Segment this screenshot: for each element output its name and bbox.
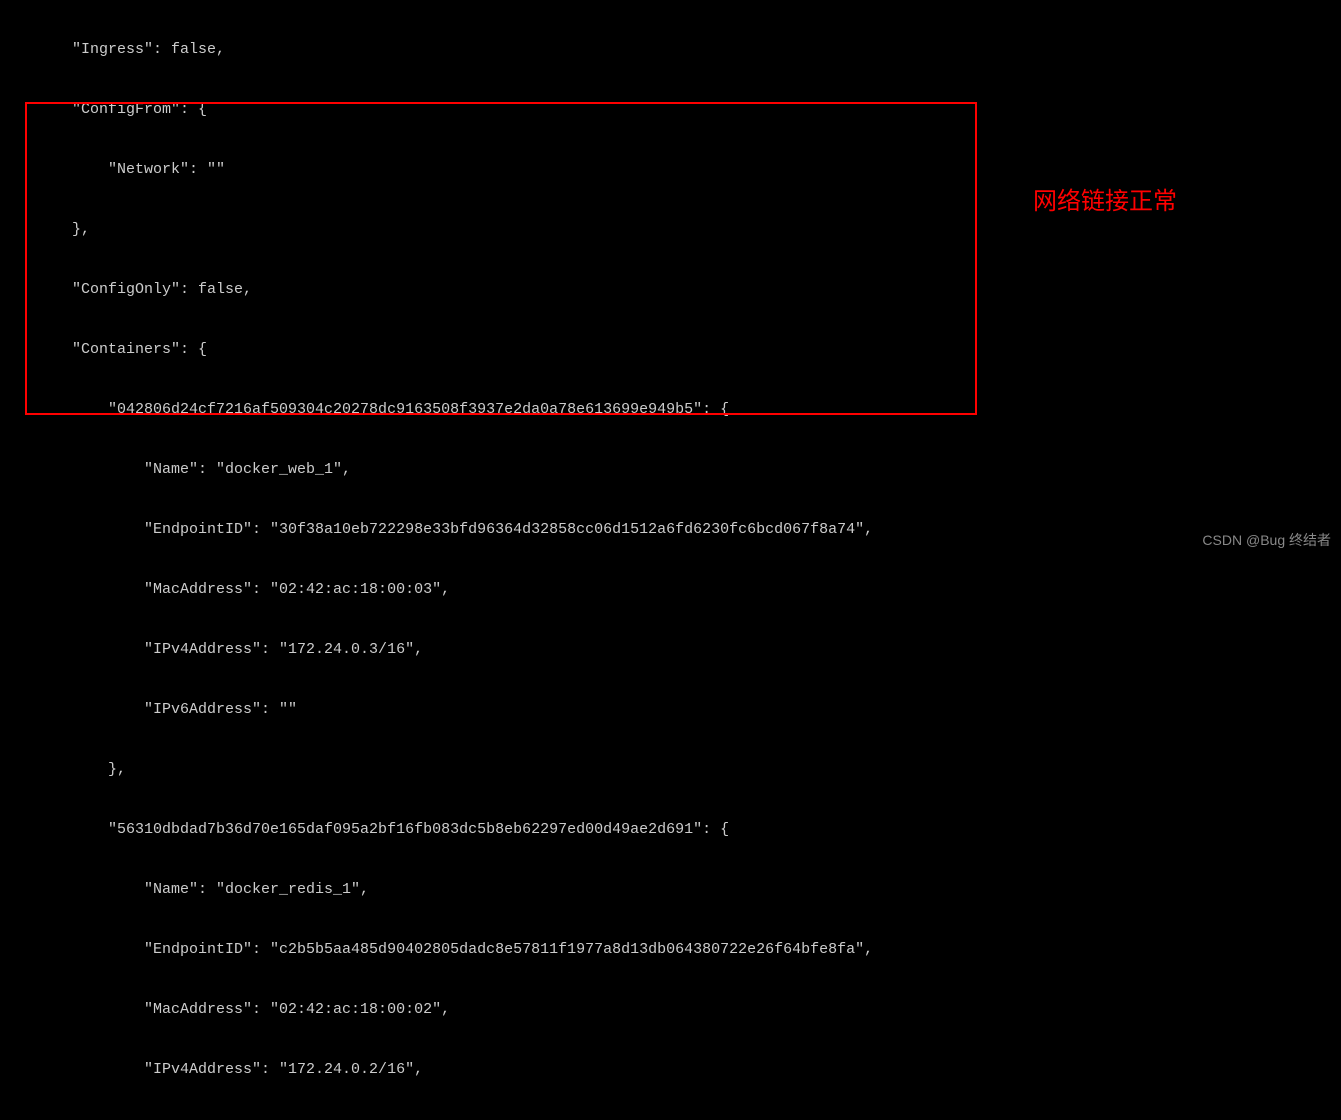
terminal-output: "Ingress": false, "ConfigFrom": { "Netwo… <box>0 0 1341 1120</box>
annotation-label: 网络链接正常 <box>1033 192 1177 212</box>
json-line: }, <box>0 220 1341 240</box>
json-line: "Containers": { <box>0 340 1341 360</box>
json-line: "MacAddress": "02:42:ac:18:00:03", <box>0 580 1341 600</box>
json-line: "IPv4Address": "172.24.0.3/16", <box>0 640 1341 660</box>
json-line: "IPv6Address": "" <box>0 700 1341 720</box>
json-line: "56310dbdad7b36d70e165daf095a2bf16fb083d… <box>0 820 1341 840</box>
json-line: "IPv4Address": "172.24.0.2/16", <box>0 1060 1341 1080</box>
json-line: "ConfigOnly": false, <box>0 280 1341 300</box>
json-line: "MacAddress": "02:42:ac:18:00:02", <box>0 1000 1341 1020</box>
json-line: }, <box>0 760 1341 780</box>
json-line: "Name": "docker_redis_1", <box>0 880 1341 900</box>
json-line: "EndpointID": "30f38a10eb722298e33bfd963… <box>0 520 1341 540</box>
json-line: "EndpointID": "c2b5b5aa485d90402805dadc8… <box>0 940 1341 960</box>
json-line: "Network": "" <box>0 160 1341 180</box>
json-line: "Ingress": false, <box>0 40 1341 60</box>
json-line: "042806d24cf7216af509304c20278dc9163508f… <box>0 400 1341 420</box>
json-line: "Name": "docker_web_1", <box>0 460 1341 480</box>
watermark: CSDN @Bug 终结者 <box>1202 530 1331 550</box>
json-line: "ConfigFrom": { <box>0 100 1341 120</box>
